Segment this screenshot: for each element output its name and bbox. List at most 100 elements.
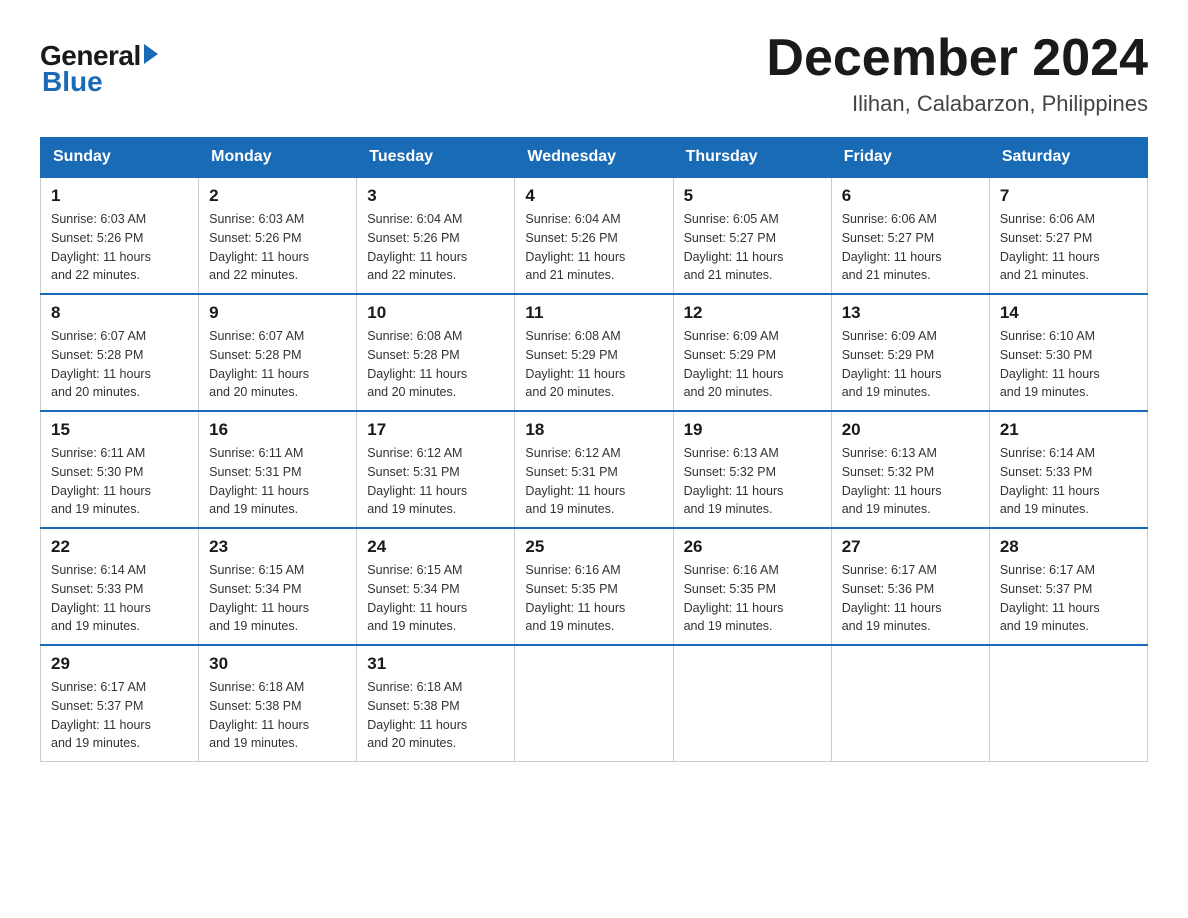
day-info: Sunrise: 6:08 AM Sunset: 5:29 PM Dayligh…: [525, 327, 662, 402]
calendar-cell: 25 Sunrise: 6:16 AM Sunset: 5:35 PM Dayl…: [515, 528, 673, 645]
day-info: Sunrise: 6:14 AM Sunset: 5:33 PM Dayligh…: [51, 561, 188, 636]
weekday-header-sunday: Sunday: [41, 138, 199, 178]
logo-arrow-icon: [144, 44, 158, 64]
day-info: Sunrise: 6:15 AM Sunset: 5:34 PM Dayligh…: [209, 561, 346, 636]
day-number: 2: [209, 186, 346, 206]
day-info: Sunrise: 6:12 AM Sunset: 5:31 PM Dayligh…: [525, 444, 662, 519]
day-info: Sunrise: 6:11 AM Sunset: 5:31 PM Dayligh…: [209, 444, 346, 519]
logo-blue-line2: Blue: [42, 66, 103, 98]
day-info: Sunrise: 6:11 AM Sunset: 5:30 PM Dayligh…: [51, 444, 188, 519]
day-number: 20: [842, 420, 979, 440]
calendar-cell: [673, 645, 831, 762]
calendar-cell: [989, 645, 1147, 762]
calendar-cell: 30 Sunrise: 6:18 AM Sunset: 5:38 PM Dayl…: [199, 645, 357, 762]
day-number: 7: [1000, 186, 1137, 206]
calendar-cell: 7 Sunrise: 6:06 AM Sunset: 5:27 PM Dayli…: [989, 177, 1147, 294]
day-info: Sunrise: 6:03 AM Sunset: 5:26 PM Dayligh…: [51, 210, 188, 285]
day-info: Sunrise: 6:18 AM Sunset: 5:38 PM Dayligh…: [209, 678, 346, 753]
day-number: 26: [684, 537, 821, 557]
logo: General Blue: [40, 30, 162, 98]
day-number: 6: [842, 186, 979, 206]
weekday-header-wednesday: Wednesday: [515, 138, 673, 178]
week-row-4: 22 Sunrise: 6:14 AM Sunset: 5:33 PM Dayl…: [41, 528, 1148, 645]
calendar-cell: 27 Sunrise: 6:17 AM Sunset: 5:36 PM Dayl…: [831, 528, 989, 645]
day-number: 14: [1000, 303, 1137, 323]
week-row-3: 15 Sunrise: 6:11 AM Sunset: 5:30 PM Dayl…: [41, 411, 1148, 528]
day-info: Sunrise: 6:04 AM Sunset: 5:26 PM Dayligh…: [525, 210, 662, 285]
day-number: 31: [367, 654, 504, 674]
day-number: 8: [51, 303, 188, 323]
calendar-cell: 13 Sunrise: 6:09 AM Sunset: 5:29 PM Dayl…: [831, 294, 989, 411]
day-info: Sunrise: 6:03 AM Sunset: 5:26 PM Dayligh…: [209, 210, 346, 285]
day-info: Sunrise: 6:04 AM Sunset: 5:26 PM Dayligh…: [367, 210, 504, 285]
calendar-cell: 18 Sunrise: 6:12 AM Sunset: 5:31 PM Dayl…: [515, 411, 673, 528]
calendar-cell: 6 Sunrise: 6:06 AM Sunset: 5:27 PM Dayli…: [831, 177, 989, 294]
day-number: 25: [525, 537, 662, 557]
day-info: Sunrise: 6:18 AM Sunset: 5:38 PM Dayligh…: [367, 678, 504, 753]
calendar-cell: 22 Sunrise: 6:14 AM Sunset: 5:33 PM Dayl…: [41, 528, 199, 645]
weekday-header-friday: Friday: [831, 138, 989, 178]
calendar-cell: 1 Sunrise: 6:03 AM Sunset: 5:26 PM Dayli…: [41, 177, 199, 294]
calendar-cell: 21 Sunrise: 6:14 AM Sunset: 5:33 PM Dayl…: [989, 411, 1147, 528]
day-info: Sunrise: 6:16 AM Sunset: 5:35 PM Dayligh…: [684, 561, 821, 636]
day-info: Sunrise: 6:12 AM Sunset: 5:31 PM Dayligh…: [367, 444, 504, 519]
calendar-cell: 23 Sunrise: 6:15 AM Sunset: 5:34 PM Dayl…: [199, 528, 357, 645]
day-number: 16: [209, 420, 346, 440]
day-info: Sunrise: 6:13 AM Sunset: 5:32 PM Dayligh…: [842, 444, 979, 519]
day-number: 11: [525, 303, 662, 323]
calendar-cell: 15 Sunrise: 6:11 AM Sunset: 5:30 PM Dayl…: [41, 411, 199, 528]
day-number: 15: [51, 420, 188, 440]
day-info: Sunrise: 6:17 AM Sunset: 5:37 PM Dayligh…: [51, 678, 188, 753]
calendar-cell: 24 Sunrise: 6:15 AM Sunset: 5:34 PM Dayl…: [357, 528, 515, 645]
day-number: 4: [525, 186, 662, 206]
day-number: 12: [684, 303, 821, 323]
calendar-cell: 9 Sunrise: 6:07 AM Sunset: 5:28 PM Dayli…: [199, 294, 357, 411]
day-number: 19: [684, 420, 821, 440]
location-title: Ilihan, Calabarzon, Philippines: [766, 91, 1148, 117]
week-row-1: 1 Sunrise: 6:03 AM Sunset: 5:26 PM Dayli…: [41, 177, 1148, 294]
calendar-cell: 19 Sunrise: 6:13 AM Sunset: 5:32 PM Dayl…: [673, 411, 831, 528]
day-number: 10: [367, 303, 504, 323]
calendar-cell: 16 Sunrise: 6:11 AM Sunset: 5:31 PM Dayl…: [199, 411, 357, 528]
day-info: Sunrise: 6:07 AM Sunset: 5:28 PM Dayligh…: [51, 327, 188, 402]
month-title: December 2024: [766, 30, 1148, 87]
calendar-cell: 29 Sunrise: 6:17 AM Sunset: 5:37 PM Dayl…: [41, 645, 199, 762]
day-info: Sunrise: 6:09 AM Sunset: 5:29 PM Dayligh…: [684, 327, 821, 402]
day-info: Sunrise: 6:08 AM Sunset: 5:28 PM Dayligh…: [367, 327, 504, 402]
calendar-cell: 14 Sunrise: 6:10 AM Sunset: 5:30 PM Dayl…: [989, 294, 1147, 411]
calendar-cell: 8 Sunrise: 6:07 AM Sunset: 5:28 PM Dayli…: [41, 294, 199, 411]
day-number: 18: [525, 420, 662, 440]
day-info: Sunrise: 6:15 AM Sunset: 5:34 PM Dayligh…: [367, 561, 504, 636]
calendar-cell: 5 Sunrise: 6:05 AM Sunset: 5:27 PM Dayli…: [673, 177, 831, 294]
week-row-5: 29 Sunrise: 6:17 AM Sunset: 5:37 PM Dayl…: [41, 645, 1148, 762]
day-number: 29: [51, 654, 188, 674]
day-info: Sunrise: 6:09 AM Sunset: 5:29 PM Dayligh…: [842, 327, 979, 402]
weekday-header-saturday: Saturday: [989, 138, 1147, 178]
day-number: 22: [51, 537, 188, 557]
day-number: 3: [367, 186, 504, 206]
title-area: December 2024 Ilihan, Calabarzon, Philip…: [766, 30, 1148, 117]
page-header: General Blue December 2024 Ilihan, Calab…: [40, 30, 1148, 117]
calendar-cell: 10 Sunrise: 6:08 AM Sunset: 5:28 PM Dayl…: [357, 294, 515, 411]
day-number: 1: [51, 186, 188, 206]
calendar-cell: 28 Sunrise: 6:17 AM Sunset: 5:37 PM Dayl…: [989, 528, 1147, 645]
day-info: Sunrise: 6:14 AM Sunset: 5:33 PM Dayligh…: [1000, 444, 1137, 519]
weekday-header-thursday: Thursday: [673, 138, 831, 178]
calendar-header-row: SundayMondayTuesdayWednesdayThursdayFrid…: [41, 138, 1148, 178]
day-info: Sunrise: 6:16 AM Sunset: 5:35 PM Dayligh…: [525, 561, 662, 636]
weekday-header-monday: Monday: [199, 138, 357, 178]
day-number: 28: [1000, 537, 1137, 557]
day-number: 23: [209, 537, 346, 557]
day-number: 30: [209, 654, 346, 674]
calendar-cell: 20 Sunrise: 6:13 AM Sunset: 5:32 PM Dayl…: [831, 411, 989, 528]
day-number: 17: [367, 420, 504, 440]
calendar-cell: [831, 645, 989, 762]
day-number: 27: [842, 537, 979, 557]
calendar-cell: 3 Sunrise: 6:04 AM Sunset: 5:26 PM Dayli…: [357, 177, 515, 294]
calendar-cell: 4 Sunrise: 6:04 AM Sunset: 5:26 PM Dayli…: [515, 177, 673, 294]
day-info: Sunrise: 6:17 AM Sunset: 5:37 PM Dayligh…: [1000, 561, 1137, 636]
calendar-cell: 17 Sunrise: 6:12 AM Sunset: 5:31 PM Dayl…: [357, 411, 515, 528]
calendar-table: SundayMondayTuesdayWednesdayThursdayFrid…: [40, 137, 1148, 762]
day-number: 21: [1000, 420, 1137, 440]
calendar-cell: [515, 645, 673, 762]
